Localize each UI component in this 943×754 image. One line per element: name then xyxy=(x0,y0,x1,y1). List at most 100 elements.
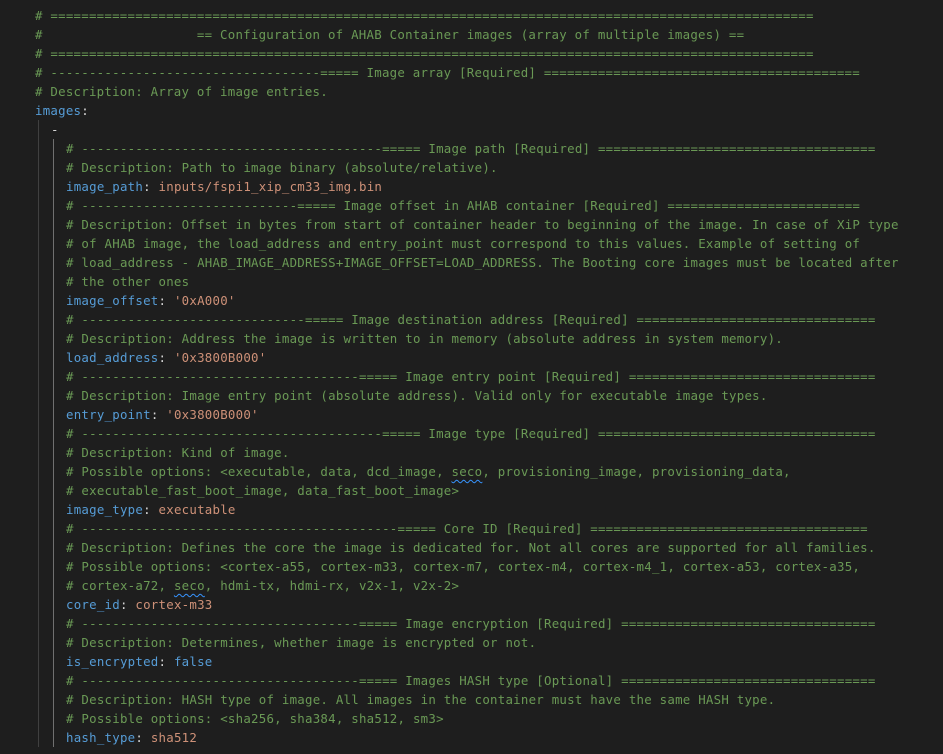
code-line[interactable]: # --------------------------------------… xyxy=(0,519,943,538)
code-text: # Description: Address the image is writ… xyxy=(66,329,783,348)
code-line[interactable]: # ======================================… xyxy=(0,6,943,25)
code-line[interactable]: images: xyxy=(0,101,943,120)
code-line[interactable]: is_encrypted: false xyxy=(0,652,943,671)
comment-token: # load_address - AHAB_IMAGE_ADDRESS+IMAG… xyxy=(66,255,899,270)
indent-guide xyxy=(38,158,39,177)
code-line[interactable]: # executable_fast_boot_image, data_fast_… xyxy=(0,481,943,500)
indent-guide xyxy=(53,709,54,728)
code-line[interactable]: # Possible options: <cortex-a55, cortex-… xyxy=(0,557,943,576)
code-text: # ------------------------------------==… xyxy=(66,367,876,386)
indent-guide xyxy=(53,557,54,576)
code-editor[interactable]: # ======================================… xyxy=(0,0,943,754)
code-line[interactable]: # --------------------------------------… xyxy=(0,139,943,158)
code-line[interactable]: # == Configuration of AHAB Container ima… xyxy=(0,25,943,44)
code-line[interactable]: # ----------------------------===== Imag… xyxy=(0,196,943,215)
indent-guide xyxy=(38,139,39,158)
code-line[interactable]: # Possible options: <sha256, sha384, sha… xyxy=(0,709,943,728)
code-text: # Possible options: <sha256, sha384, sha… xyxy=(66,709,444,728)
code-line[interactable]: image_type: executable xyxy=(0,500,943,519)
code-line[interactable]: entry_point: '0x3800B000' xyxy=(0,405,943,424)
key-token: false xyxy=(173,654,213,669)
comment-token: # ------------------------------------==… xyxy=(66,369,876,384)
code-text: core_id: cortex-m33 xyxy=(66,595,213,614)
code-line[interactable]: core_id: cortex-m33 xyxy=(0,595,943,614)
code-text: # Possible options: <cortex-a55, cortex-… xyxy=(66,557,860,576)
code-line[interactable]: # the other ones xyxy=(0,272,943,291)
code-text: # ------------------------------------==… xyxy=(66,671,876,690)
code-text: # load_address - AHAB_IMAGE_ADDRESS+IMAG… xyxy=(66,253,899,272)
code-text: # the other ones xyxy=(66,272,189,291)
comment-token: # ======================================… xyxy=(35,46,814,61)
code-line[interactable]: # Description: Kind of image. xyxy=(0,443,943,462)
code-line[interactable]: # load_address - AHAB_IMAGE_ADDRESS+IMAG… xyxy=(0,253,943,272)
code-line[interactable]: # ------------------------------------==… xyxy=(0,671,943,690)
indent-guide xyxy=(53,519,54,538)
code-line[interactable]: # -----------------------------------===… xyxy=(0,63,943,82)
comment-token: # -----------------------------------===… xyxy=(35,65,860,80)
code-text: # ======================================… xyxy=(35,44,814,63)
punctuation-token: : xyxy=(143,502,159,517)
comment-token: # Description: Offset in bytes from star… xyxy=(66,217,899,232)
comment-token: # Description: Determines, whether image… xyxy=(66,635,537,650)
value-token: cortex-m33 xyxy=(135,597,213,612)
code-line[interactable]: # ------------------------------------==… xyxy=(0,614,943,633)
code-line[interactable]: # --------------------------------------… xyxy=(0,424,943,443)
comment-token: # -----------------------------===== Ima… xyxy=(66,312,876,327)
indent-guide xyxy=(38,386,39,405)
code-line[interactable]: # Possible options: <executable, data, d… xyxy=(0,462,943,481)
value-token: executable xyxy=(158,502,236,517)
indent-guide xyxy=(38,709,39,728)
indent-guide xyxy=(38,272,39,291)
code-line[interactable]: # Description: HASH type of image. All i… xyxy=(0,690,943,709)
comment-token: # Description: Array of image entries. xyxy=(35,84,328,99)
code-text: # Description: Path to image binary (abs… xyxy=(66,158,498,177)
code-line[interactable]: - xyxy=(0,120,943,139)
indent-guide xyxy=(53,576,54,595)
code-line[interactable]: # cortex-a72, seco, hdmi-tx, hdmi-rx, v2… xyxy=(0,576,943,595)
code-line[interactable]: # of AHAB image, the load_address and en… xyxy=(0,234,943,253)
code-line[interactable]: # Description: Determines, whether image… xyxy=(0,633,943,652)
code-text: image_offset: '0xA000' xyxy=(66,291,236,310)
code-line[interactable]: # ======================================… xyxy=(0,44,943,63)
code-text: image_path: inputs/fspi1_xip_cm33_img.bi… xyxy=(66,177,382,196)
code-line[interactable]: # Description: Offset in bytes from star… xyxy=(0,215,943,234)
indent-guide xyxy=(38,291,39,310)
code-line[interactable]: # Description: Path to image binary (abs… xyxy=(0,158,943,177)
key-token: image_path xyxy=(66,179,144,194)
code-text: # --------------------------------------… xyxy=(66,519,868,538)
punctuation-token: : xyxy=(158,654,174,669)
indent-guide xyxy=(38,671,39,690)
punctuation-token: : xyxy=(158,293,174,308)
code-text: # Description: Kind of image. xyxy=(66,443,290,462)
indent-guide xyxy=(38,405,39,424)
comment-token: # cortex-a72, xyxy=(66,578,174,593)
code-line[interactable]: # Description: Image entry point (absolu… xyxy=(0,386,943,405)
indent-guide xyxy=(53,481,54,500)
code-line[interactable]: # ------------------------------------==… xyxy=(0,367,943,386)
code-text: # Description: Offset in bytes from star… xyxy=(66,215,899,234)
code-text: images: xyxy=(35,101,89,120)
code-line[interactable]: # -----------------------------===== Ima… xyxy=(0,310,943,329)
code-text: is_encrypted: false xyxy=(66,652,213,671)
comment-token: # --------------------------------------… xyxy=(66,426,876,441)
indent-guide xyxy=(53,272,54,291)
indent-guide xyxy=(38,519,39,538)
code-line[interactable]: # Description: Address the image is writ… xyxy=(0,329,943,348)
key-token: entry_point xyxy=(66,407,151,422)
code-line[interactable]: image_path: inputs/fspi1_xip_cm33_img.bi… xyxy=(0,177,943,196)
comment-token: # Description: Kind of image. xyxy=(66,445,290,460)
indent-guide xyxy=(53,690,54,709)
comment-token: , hdmi-tx, hdmi-rx, v2x-1, v2x-2> xyxy=(204,578,460,593)
comment-token: # ======================================… xyxy=(35,8,814,23)
code-line[interactable]: # Description: Defines the core the imag… xyxy=(0,538,943,557)
comment-token: # ----------------------------===== Imag… xyxy=(66,198,861,213)
indent-guide xyxy=(38,443,39,462)
code-line[interactable]: image_offset: '0xA000' xyxy=(0,291,943,310)
code-line[interactable]: load_address: '0x3800B000' xyxy=(0,348,943,367)
comment-token: seco xyxy=(451,464,483,479)
indent-guide xyxy=(53,139,54,158)
code-line[interactable]: # Description: Array of image entries. xyxy=(0,82,943,101)
code-line[interactable]: hash_type: sha512 xyxy=(0,728,943,747)
indent-guide xyxy=(38,348,39,367)
indent-guide xyxy=(53,728,54,747)
